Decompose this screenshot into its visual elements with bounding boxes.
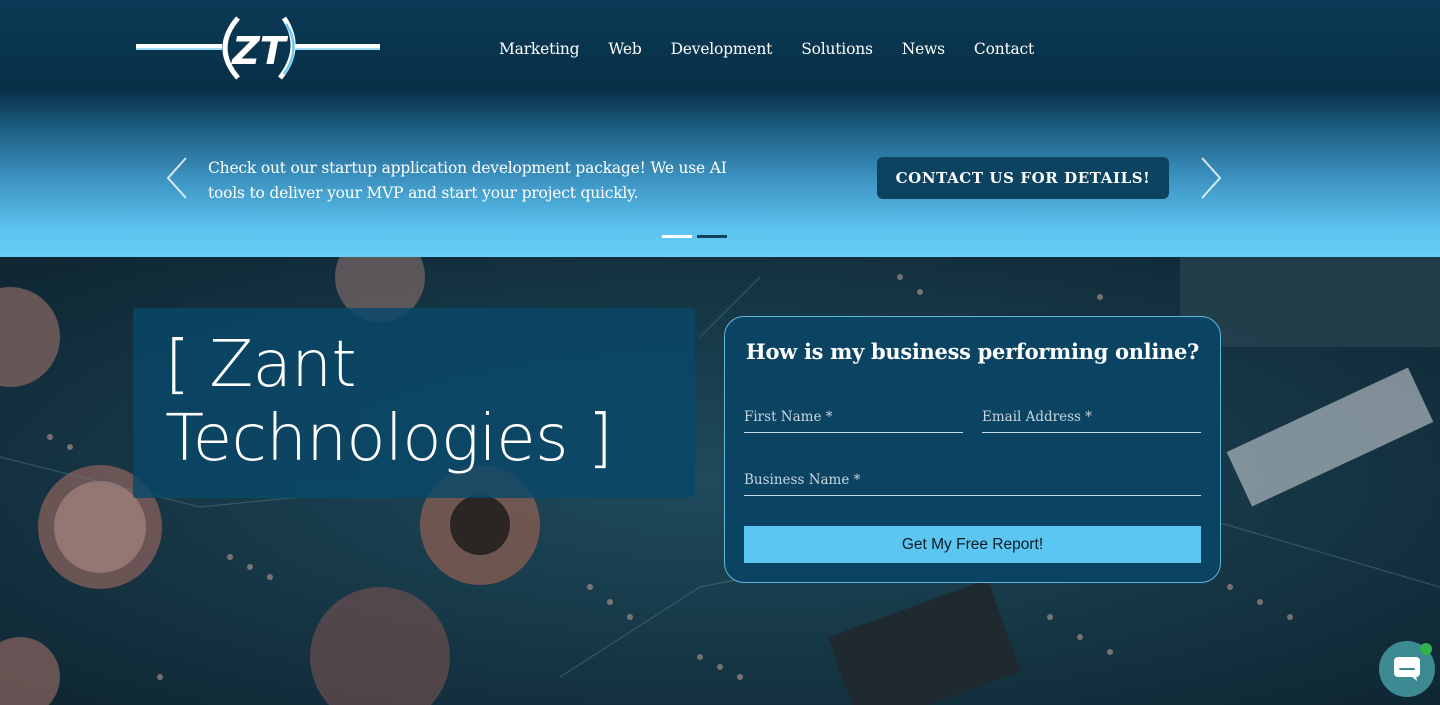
nav-web[interactable]: Web [608,38,641,60]
nav-news[interactable]: News [902,38,945,60]
svg-text:ZT: ZT [231,29,289,73]
email-field-wrapper [982,401,1201,433]
main-nav: Marketing Web Development Solutions News… [499,38,1063,60]
nav-contact[interactable]: Contact [974,38,1034,60]
slider-dot-1[interactable] [662,235,692,238]
promo-text: Check out our startup application develo… [208,159,727,202]
slider-pagination [662,235,727,238]
business-name-field-wrapper [744,464,1201,496]
online-status-dot [1420,643,1432,655]
nav-solutions[interactable]: Solutions [801,38,873,60]
chevron-left-icon[interactable] [165,156,189,200]
hero-section: [ Zant Technologies ] How is my business… [0,257,1440,705]
hero-title-box: [ Zant Technologies ] [133,308,695,498]
nav-marketing[interactable]: Marketing [499,38,580,60]
first-name-field-wrapper [744,401,963,433]
slider-dot-2[interactable] [697,235,727,238]
contact-details-button[interactable]: CONTACT US FOR DETAILS! [877,157,1169,199]
email-input[interactable] [982,401,1201,432]
report-form: How is my business performing online? Ge… [724,316,1221,583]
hero-title: [ Zant Technologies ] [165,328,613,476]
zt-logo[interactable]: ZT [134,14,382,82]
business-name-input[interactable] [744,464,1201,495]
get-report-button[interactable]: Get My Free Report! [744,526,1201,563]
header-band: ZT Marketing Web Development Solutions N… [0,0,1440,257]
first-name-input[interactable] [744,401,963,432]
nav-development[interactable]: Development [671,38,773,60]
form-heading: How is my business performing online? [745,339,1200,364]
chat-bubble-icon [1394,657,1420,681]
chevron-right-icon[interactable] [1199,156,1223,200]
